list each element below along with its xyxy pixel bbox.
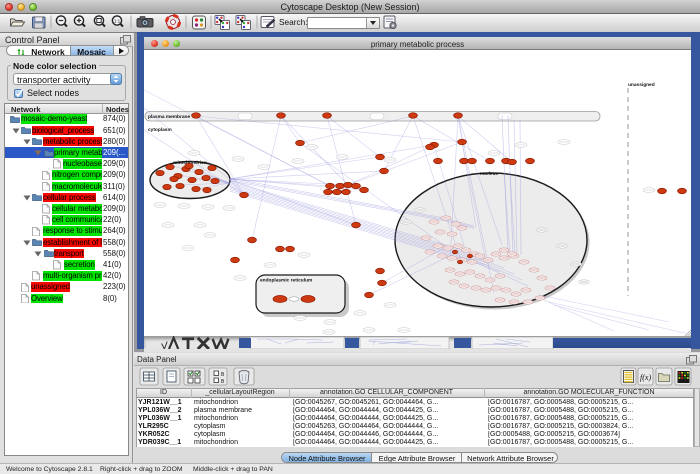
svg-text:1:1: 1:1: [114, 19, 121, 24]
svg-text:unassigned: unassigned: [628, 82, 655, 88]
svg-text:plasma membrane: plasma membrane: [148, 114, 190, 120]
svg-text:nucleus: nucleus: [480, 171, 498, 177]
svg-text:f(x): f(x): [640, 373, 651, 382]
svg-text:endoplasmic reticulum: endoplasmic reticulum: [260, 278, 312, 284]
svg-text:Search:: Search:: [279, 17, 308, 27]
